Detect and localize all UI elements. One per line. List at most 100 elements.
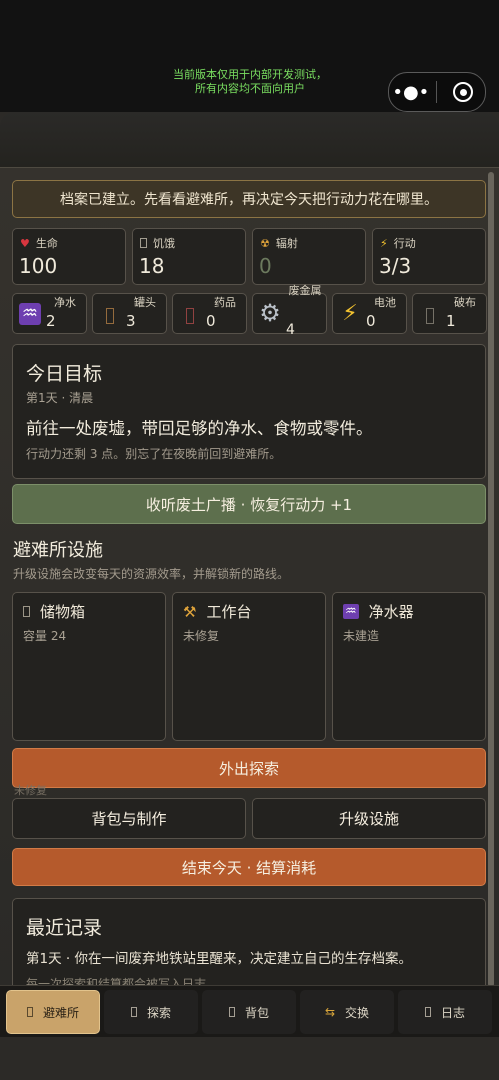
res-medicine-value: 0 (206, 312, 216, 330)
book-icon (424, 1007, 431, 1017)
tab-trade[interactable]: ⇆ 交换 (300, 990, 394, 1034)
res-cloth-label: 破布 (454, 296, 476, 309)
notice-text: 档案已建立。先看看避难所，再决定今天把行动力花在哪里。 (60, 192, 438, 208)
res-cloth: 破布 1 (412, 293, 487, 334)
res-cloth-value: 1 (446, 312, 456, 330)
goal-title: 今日目标 (26, 363, 103, 385)
explore-button[interactable]: 外出探索 (12, 748, 486, 788)
stat-action: ⚡ 行动 3/3 (372, 228, 486, 285)
stat-hunger: 饥饿 18 (132, 228, 246, 285)
res-can-value: 3 (126, 312, 136, 330)
goal-hint: 行动力还剩 3 点。别忘了在夜晚前回到避难所。 (26, 447, 282, 461)
stat-health: ♥ 生命 100 (12, 228, 126, 285)
facility-storage[interactable]: 储物箱 容量 24 (12, 592, 166, 741)
res-medicine: 药品 0 (172, 293, 247, 334)
res-can-label: 罐头 (134, 296, 156, 309)
stat-health-label: 生命 (35, 237, 58, 250)
log-entry: 第1天 · 你在一间废弃地铁站里醒来，决定建立自己的生存档案。 (26, 951, 412, 967)
res-scrap-label: 废金属 (288, 284, 322, 297)
radio-button[interactable]: 收听废土广播 · 恢复行动力 +1 (12, 484, 486, 524)
daily-goal-card: 今日目标 第1天 · 清晨 前往一处废墟，带回足够的净水、食物或零件。 行动力还… (12, 344, 486, 479)
bottom-safe-area (0, 1037, 499, 1080)
backpack-craft-button[interactable]: 背包与制作 (12, 798, 246, 839)
backpack-icon (228, 1007, 235, 1017)
stat-radiation-value: 0 (259, 254, 272, 278)
app-nav-bar (0, 112, 499, 168)
facility-storage-status: 容量 24 (23, 629, 67, 643)
backpack-craft-label: 背包与制作 (91, 810, 167, 828)
stat-radiation-label: 辐射 (275, 237, 298, 250)
res-battery: ⚡ 电池 0 (332, 293, 407, 334)
tab-log-label: 日志 (440, 1005, 465, 1020)
stat-action-value: 3/3 (379, 254, 412, 278)
tab-shelter[interactable]: 避难所 (6, 990, 100, 1034)
goal-day: 第1天 · 清晨 (26, 391, 94, 405)
facility-storage-name: 储物箱 (40, 603, 86, 621)
stat-hunger-label: 饥饿 (153, 237, 175, 250)
tab-log[interactable]: 日志 (398, 990, 492, 1034)
shelter-icon (26, 1007, 33, 1017)
battery-icon: ⚡ (342, 301, 358, 326)
partial-status-text: 未修复 (14, 784, 47, 797)
facility-workbench[interactable]: ⚒ 工作台 未修复 (172, 592, 326, 741)
heart-icon: ♥ (20, 236, 30, 250)
goal-text: 前往一处废墟，带回足够的净水、食物或零件。 (26, 419, 373, 438)
stat-health-value: 100 (19, 254, 58, 278)
miniprogram-capsule: •●• (388, 72, 486, 112)
res-can: 罐头 3 (92, 293, 167, 334)
res-water-value: 2 (46, 312, 56, 330)
recent-log-card: 最近记录 第1天 · 你在一间废弃地铁站里醒来，决定建立自己的生存档案。 每一次… (12, 898, 486, 988)
res-scrap-value: 4 (286, 322, 295, 338)
cloth-icon (419, 305, 441, 330)
water-icon: ♒ (343, 604, 359, 619)
can-icon (99, 305, 121, 330)
scrollbar[interactable] (488, 172, 494, 987)
box-icon (23, 606, 30, 617)
dev-banner-line2: 所有内容均不面向用户 (195, 82, 305, 95)
water-icon: ♒ (19, 303, 41, 325)
facilities-subtitle: 升级设施会改变每天的资源效率，并解锁新的路线。 (13, 567, 290, 581)
tab-backpack-label: 背包 (244, 1005, 269, 1020)
res-battery-label: 电池 (374, 296, 396, 309)
dev-banner: 当前版本仅用于内部开发测试， 所有内容均不面向用户 (150, 68, 350, 96)
facility-purifier[interactable]: ♒ 净水器 未建造 (332, 592, 486, 741)
stat-action-label: 行动 (393, 237, 416, 250)
end-day-label: 结束今天 · 结算消耗 (181, 858, 317, 877)
explore-button-label: 外出探索 (218, 759, 279, 778)
target-icon[interactable] (445, 77, 481, 107)
tab-trade-label: 交换 (345, 1005, 370, 1020)
facility-workbench-name: 工作台 (206, 603, 252, 621)
system-top-bar: 当前版本仅用于内部开发测试， 所有内容均不面向用户 •●• (0, 0, 499, 112)
upgrade-button[interactable]: 升级设施 (252, 798, 486, 839)
trade-icon: ⇆ (324, 1005, 336, 1019)
more-dots-icon[interactable]: •●• (392, 77, 429, 107)
tools-icon: ⚒ (183, 602, 197, 621)
tab-shelter-label: 避难所 (42, 1005, 79, 1020)
stat-hunger-value: 18 (139, 254, 165, 278)
res-water: ♒ 净水 2 (12, 293, 87, 334)
res-medicine-label: 药品 (214, 296, 236, 309)
notice-card: 档案已建立。先看看避难所，再决定今天把行动力花在哪里。 (12, 180, 486, 218)
gear-icon: ⚙ (259, 299, 281, 327)
tab-explore-label: 探索 (146, 1005, 171, 1020)
stat-radiation: ☢ 辐射 0 (252, 228, 366, 285)
log-title: 最近记录 (26, 917, 103, 939)
facilities-title: 避难所设施 (13, 540, 103, 561)
facility-purifier-status: 未建造 (343, 629, 380, 643)
radio-button-label: 收听废土广播 · 恢复行动力 +1 (145, 495, 353, 514)
main-scroll[interactable]: 档案已建立。先看看避难所，再决定今天把行动力花在哪里。 ♥ 生命 100 饥饿 1… (0, 168, 499, 988)
lightning-icon: ⚡ (380, 236, 388, 250)
res-water-label: 净水 (54, 296, 76, 309)
tab-explore[interactable]: 探索 (104, 990, 198, 1034)
tab-bar: 避难所 探索 背包 ⇆ 交换 日志 (0, 985, 499, 1038)
end-day-button[interactable]: 结束今天 · 结算消耗 (12, 848, 486, 886)
medicine-icon (179, 305, 201, 330)
facility-workbench-status: 未修复 (183, 629, 220, 643)
upgrade-label: 升级设施 (338, 810, 399, 828)
radiation-icon: ☢ (260, 236, 270, 250)
res-scrap: ⚙ 废金属 4 (252, 284, 327, 338)
dev-banner-line1: 当前版本仅用于内部开发测试， (173, 68, 327, 81)
compass-icon (130, 1007, 137, 1017)
res-battery-value: 0 (366, 312, 376, 330)
tab-backpack[interactable]: 背包 (202, 990, 296, 1034)
